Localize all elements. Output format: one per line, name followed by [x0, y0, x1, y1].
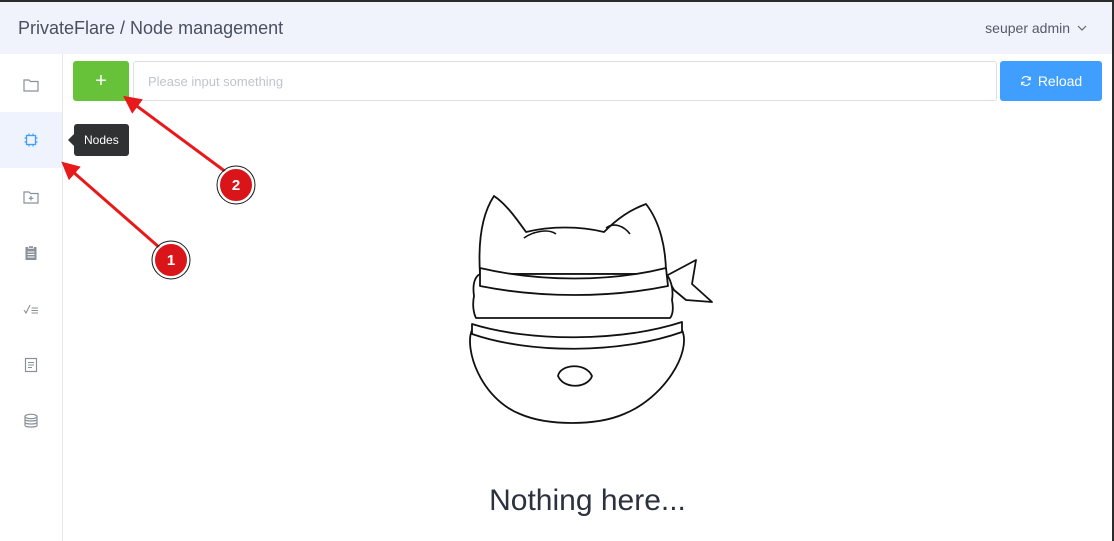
chevron-down-icon	[1077, 25, 1087, 31]
sidebar-item-folder[interactable]	[0, 57, 62, 113]
folder-icon	[23, 79, 39, 92]
reload-button[interactable]: Reload	[1000, 61, 1102, 101]
sidebar	[0, 54, 63, 541]
add-node-button[interactable]: +	[73, 61, 129, 101]
user-name: seuper admin	[985, 20, 1070, 36]
database-icon	[24, 413, 38, 428]
empty-state-message: Nothing here...	[489, 484, 686, 517]
sidebar-item-database[interactable]	[0, 393, 62, 449]
top-header: PrivateFlare / Node management seuper admi…	[0, 2, 1112, 54]
document-icon	[24, 357, 38, 373]
chip-icon	[24, 133, 38, 147]
search-input[interactable]	[133, 61, 997, 101]
sidebar-item-nodes[interactable]	[0, 112, 62, 168]
user-menu[interactable]: seuper admin	[985, 20, 1088, 36]
page-title: PrivateFlare / Node management	[18, 18, 283, 39]
annotation-badge-1: 1	[151, 240, 191, 280]
sidebar-item-document[interactable]	[0, 337, 62, 393]
checklist-icon	[23, 304, 38, 315]
annotation-label-2: 2	[232, 177, 240, 194]
nodes-tooltip: Nodes	[68, 124, 129, 156]
ninja-cat-illustration	[469, 195, 713, 424]
page-name: Node management	[130, 17, 284, 38]
app-name: PrivateFlare	[18, 17, 116, 38]
sidebar-item-clipboard[interactable]	[0, 225, 62, 281]
annotation-badge-2: 2	[216, 165, 256, 205]
clipboard-icon	[25, 245, 37, 260]
refresh-icon	[1020, 76, 1031, 86]
breadcrumb-separator: /	[120, 17, 126, 38]
sidebar-item-folder-add[interactable]	[0, 169, 62, 225]
folder-add-icon	[23, 191, 39, 204]
annotation-arrow-2	[123, 95, 227, 174]
reload-label: Reload	[1037, 73, 1083, 89]
app-window: PrivateFlare / Node management seuper admi…	[0, 0, 1114, 541]
annotation-arrow-1	[61, 161, 161, 250]
annotation-label-1: 1	[167, 252, 175, 269]
sidebar-item-checklist[interactable]	[0, 281, 62, 337]
